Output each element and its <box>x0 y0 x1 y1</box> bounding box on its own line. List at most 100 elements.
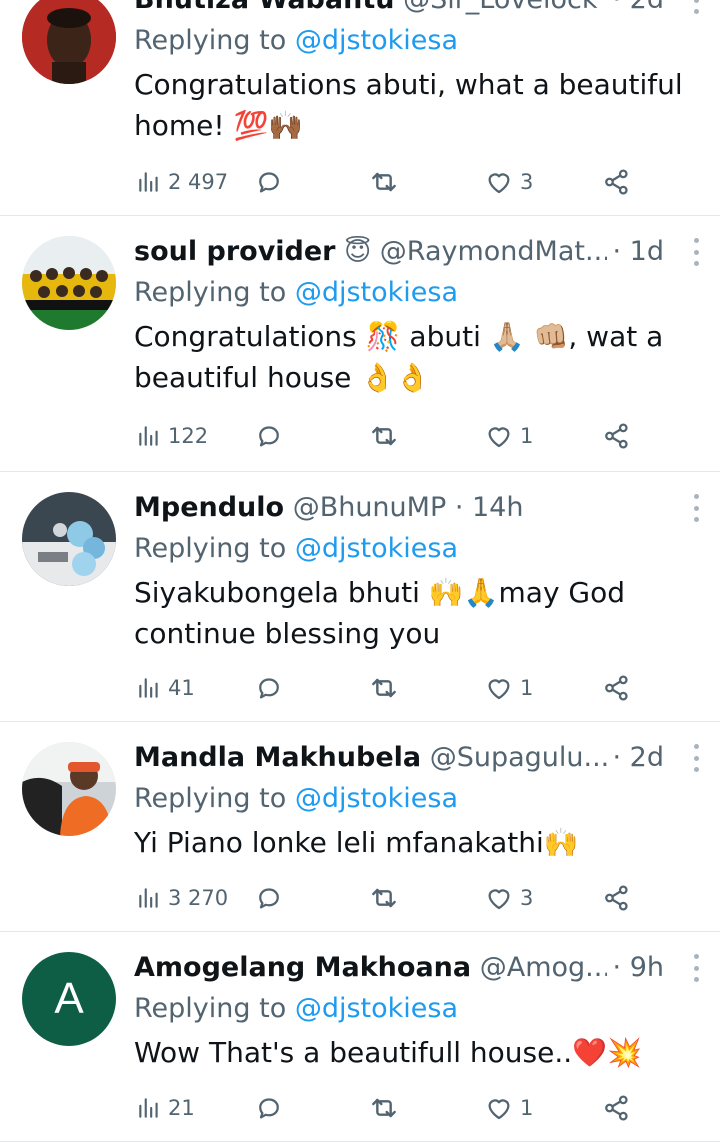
more-options-icon[interactable] <box>692 954 700 982</box>
like-button[interactable]: 1 <box>484 668 533 708</box>
timestamp[interactable]: · 2d <box>606 0 664 20</box>
display-name[interactable]: soul provider <box>134 236 336 267</box>
avatar[interactable] <box>22 0 116 84</box>
username[interactable]: @Sir_Lovelock <box>403 0 597 15</box>
retweet-icon <box>368 166 400 198</box>
tweet-header: Mpendulo @BhunuMP · 14h <box>134 488 700 528</box>
more-options-icon[interactable] <box>692 238 700 266</box>
views-button[interactable]: 122 <box>136 416 208 456</box>
tweet[interactable]: Bhutiza Wabantu @Sir_Lovelock · 2d Reply… <box>0 0 720 216</box>
like-button[interactable]: 1 <box>484 1088 533 1128</box>
reply-button[interactable] <box>254 668 290 708</box>
share-button[interactable] <box>602 878 632 918</box>
reply-button[interactable] <box>254 1088 290 1128</box>
reply-button[interactable] <box>254 878 290 918</box>
display-name[interactable]: Bhutiza Wabantu <box>134 0 394 15</box>
username[interactable]: @Amog... <box>480 952 611 983</box>
avatar[interactable] <box>22 742 116 836</box>
tweet-text-line: beautiful house 👌👌 <box>134 361 431 394</box>
like-button[interactable]: 3 <box>484 162 533 202</box>
share-button[interactable] <box>602 1088 632 1128</box>
action-bar: 3 270 3 <box>136 878 636 918</box>
share-button[interactable] <box>602 416 632 456</box>
share-button[interactable] <box>602 162 632 202</box>
views-button[interactable]: 41 <box>136 668 195 708</box>
views-button[interactable]: 2 497 <box>136 162 228 202</box>
share-icon <box>602 1093 632 1123</box>
replying-prefix: Replying to <box>134 783 287 814</box>
tweet-header: Mandla Makhubela @Supagulu... · 2d <box>134 738 700 778</box>
username[interactable]: @Supagulu... <box>430 742 610 773</box>
heart-icon <box>484 421 514 451</box>
tweet-text-line: Siyakubongela bhuti 🙌🙏may God <box>134 576 626 609</box>
tweet-header: Bhutiza Wabantu @Sir_Lovelock · 2d <box>134 0 700 20</box>
replying-handle-link[interactable]: @djstokiesa <box>295 783 458 814</box>
tweet-text-line: Congratulations 🎊 abuti 🙏🏼 👊🏼, wat a <box>134 320 664 353</box>
replying-to: Replying to @djstokiesa <box>134 988 700 1030</box>
action-bar: 2 497 3 <box>136 162 636 202</box>
reply-button[interactable] <box>254 416 290 456</box>
speech-bubble-icon <box>254 167 284 197</box>
avatar[interactable] <box>22 236 116 330</box>
views-count: 2 497 <box>168 170 229 194</box>
more-options-icon[interactable] <box>692 0 700 14</box>
replying-prefix: Replying to <box>134 277 287 308</box>
like-count: 1 <box>520 424 534 448</box>
reply-button[interactable] <box>254 162 290 202</box>
heart-icon <box>484 673 514 703</box>
tweet[interactable]: soul provider 😇 @RaymondMat... · 1d Repl… <box>0 216 720 472</box>
tweet[interactable]: Mandla Makhubela @Supagulu... · 2d Reply… <box>0 722 720 932</box>
timestamp[interactable]: · 14h <box>455 492 524 523</box>
tweet[interactable]: Mpendulo @BhunuMP · 14h Replying to @djs… <box>0 472 720 722</box>
tweet-text-line: Yi Piano lonke leli mfanakathi🙌 <box>134 826 579 859</box>
retweet-button[interactable] <box>368 162 406 202</box>
more-options-icon[interactable] <box>692 744 700 772</box>
speech-bubble-icon <box>254 421 284 451</box>
tweet-header: Amogelang Makhoana @Amog... · 9h <box>134 948 700 988</box>
retweet-button[interactable] <box>368 416 406 456</box>
username[interactable]: @RaymondMat... <box>380 236 611 267</box>
replying-handle-link[interactable]: @djstokiesa <box>295 533 458 564</box>
like-button[interactable]: 1 <box>484 416 533 456</box>
tweet[interactable]: A Amogelang Makhoana @Amog... · 9h Reply… <box>0 932 720 1142</box>
replying-prefix: Replying to <box>134 993 287 1024</box>
speech-bubble-icon <box>254 883 284 913</box>
timestamp[interactable]: · 1d <box>606 232 664 272</box>
retweet-button[interactable] <box>368 1088 406 1128</box>
share-button[interactable] <box>602 668 632 708</box>
retweet-icon <box>368 1092 400 1124</box>
display-name[interactable]: Mpendulo <box>134 492 284 523</box>
avatar[interactable]: A <box>22 952 116 1046</box>
timestamp[interactable]: · 2d <box>606 738 664 778</box>
views-count: 122 <box>168 424 209 448</box>
username[interactable]: @BhunuMP <box>293 492 447 523</box>
reply-feed: Bhutiza Wabantu @Sir_Lovelock · 2d Reply… <box>0 0 720 1142</box>
heart-icon <box>484 167 514 197</box>
more-options-icon[interactable] <box>692 494 700 522</box>
retweet-button[interactable] <box>368 878 406 918</box>
like-button[interactable]: 3 <box>484 878 533 918</box>
replying-to: Replying to @djstokiesa <box>134 272 700 314</box>
avatar[interactable] <box>22 492 116 586</box>
replying-handle-link[interactable]: @djstokiesa <box>295 25 458 56</box>
replying-handle-link[interactable]: @djstokiesa <box>295 993 458 1024</box>
share-icon <box>602 421 632 451</box>
action-bar: 41 1 <box>136 668 636 708</box>
display-name[interactable]: Amogelang Makhoana <box>134 952 471 983</box>
views-button[interactable]: 21 <box>136 1088 195 1128</box>
replying-to: Replying to @djstokiesa <box>134 20 700 62</box>
avatar-letter: A <box>54 974 84 1023</box>
tweet-text: Congratulations abuti, what a beautiful … <box>134 64 700 146</box>
views-count: 41 <box>168 676 195 700</box>
replying-handle-link[interactable]: @djstokiesa <box>295 277 458 308</box>
timestamp[interactable]: · 9h <box>606 948 664 988</box>
bar-chart-icon <box>136 1095 162 1121</box>
tweet-text: Congratulations 🎊 abuti 🙏🏼 👊🏼, wat a bea… <box>134 316 700 398</box>
views-button[interactable]: 3 270 <box>136 878 228 918</box>
tweet-text: Siyakubongela bhuti 🙌🙏may God continue b… <box>134 572 700 654</box>
bar-chart-icon <box>136 169 162 195</box>
like-count: 3 <box>520 170 534 194</box>
retweet-button[interactable] <box>368 668 406 708</box>
heart-icon <box>484 1093 514 1123</box>
display-name[interactable]: Mandla Makhubela <box>134 742 421 773</box>
